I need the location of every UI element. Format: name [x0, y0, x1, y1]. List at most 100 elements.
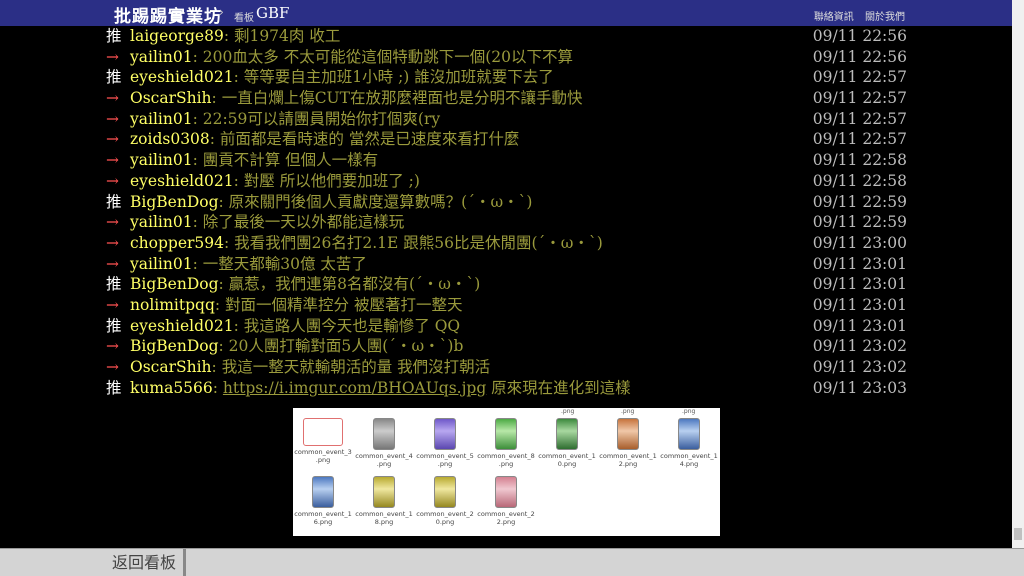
comment-user-id: yailin01 — [130, 213, 193, 232]
comment-timestamp: 09/11 22:59 — [812, 192, 907, 211]
comment-timestamp: 09/11 23:00 — [812, 233, 907, 252]
file-name: common_event_2 2.png — [477, 510, 535, 526]
comment-user-id: kuma5566 — [130, 378, 213, 397]
file-thumbnail-icon — [434, 476, 456, 508]
comment-user-id: BigBenDog — [130, 275, 219, 294]
comment-timestamp: 09/11 22:56 — [812, 27, 907, 45]
comment-user-id: yailin01 — [130, 254, 193, 273]
site-logo-link[interactable]: 批踢踢實業坊 — [114, 2, 222, 27]
comment-row: 推 BigBenDog: 原來關門後個人貢獻度還算數嗎？(´・ω・`) 09/11 … — [106, 192, 912, 213]
comment-timestamp: 09/11 23:02 — [812, 337, 907, 356]
comment-user-id: chopper594 — [130, 233, 225, 252]
comment-user-id: yailin01 — [130, 151, 193, 170]
file-item: common_event_1 4.png — [659, 418, 719, 468]
comment-user-id: BigBenDog — [130, 192, 219, 211]
push-tag: 推 — [106, 275, 122, 294]
comment-row: 推 laigeorge89: 剩1974肉 收工 09/11 22:56 — [106, 26, 912, 47]
comment-list: 推 laigeorge89: 剩1974肉 收工 09/11 22:56 → yaili… — [106, 26, 912, 398]
push-tag: 推 — [106, 192, 122, 211]
file-name: common_event_3 .png — [294, 448, 352, 464]
file-item: common_event_1 8.png — [354, 476, 414, 526]
comment-timestamp: 09/11 23:02 — [812, 358, 907, 376]
arrow-tag: → — [106, 130, 119, 149]
comment-timestamp: 09/11 22:58 — [812, 171, 907, 190]
file-thumbnail-icon — [303, 418, 343, 446]
file-name: common_event_1 4.png — [660, 452, 718, 468]
comment-row: → BigBenDog: 20人團打輸對面5人團(´・ω・`)b 09/11 23:… — [106, 336, 912, 357]
file-item: common_event_3 .png — [293, 418, 353, 464]
comment-user-id: eyeshield021 — [130, 316, 234, 335]
push-tag: 推 — [106, 378, 122, 397]
file-item: common_event_4 .png — [354, 418, 414, 468]
comment-text: : 我這路人團今天也是輸慘了 QQ — [233, 316, 461, 335]
file-name: common_event_1 8.png — [355, 510, 413, 526]
embedded-image[interactable]: .png .png .png common_event_3 .png common_ev… — [293, 408, 720, 536]
file-item: common_event_1 6.png — [293, 476, 353, 526]
comment-text: : 前面都是看時速的 當然是已速度來看打什麼 — [209, 130, 520, 149]
comment-user-id: yailin01 — [130, 47, 193, 66]
arrow-tag: → — [106, 151, 119, 170]
comment-row: → nolimitpqq: 對面一個精準控分 被壓著打一整天 09/11 23:01 — [106, 295, 912, 316]
file-thumbnail-icon — [373, 476, 395, 508]
arrow-tag: → — [106, 337, 119, 356]
back-to-board-button[interactable]: 返回看板 — [105, 549, 186, 576]
file-thumbnail-icon — [373, 418, 395, 450]
comment-row: → chopper594: 我看我們團26名打2.1E 跟熊56比是休閒團(´・ω… — [106, 233, 912, 254]
comment-timestamp: 09/11 23:01 — [812, 254, 907, 273]
comment-user-id: OscarShih — [130, 89, 212, 108]
arrow-tag: → — [106, 109, 119, 128]
comment-user-id: laigeorge89 — [130, 27, 224, 45]
comment-text: : 剩1974肉 收工 — [223, 27, 341, 45]
comment-row: → OscarShih: 一直白爛上傷CUT在放那麼裡面也是分明不讓手動快 09/1… — [106, 88, 912, 109]
comment-row: → eyeshield021: 對壓 所以他們要加班了 ;) 09/11 22:58 — [106, 171, 912, 192]
comment-row: → OscarShih: 我這一整天就輸朝活的量 我們沒打朝活 09/11 23:0… — [106, 357, 912, 378]
file-name: common_event_2 0.png — [416, 510, 474, 526]
comment-timestamp: 09/11 22:57 — [812, 68, 907, 87]
comment-timestamp: 09/11 23:01 — [812, 295, 907, 314]
comment-user-id: eyeshield021 — [130, 171, 234, 190]
file-name: common_event_1 2.png — [599, 452, 657, 468]
comment-row: → yailin01: 一整天都輸30億 太苦了 09/11 23:01 — [106, 254, 912, 275]
about-link[interactable]: 關於我們 — [865, 12, 905, 23]
arrow-tag: → — [106, 89, 119, 108]
board-name-link[interactable]: GBF — [256, 4, 289, 22]
comment-text: : 20人團打輸對面5人團(´・ω・`)b — [218, 337, 464, 356]
push-tag: 推 — [106, 316, 122, 335]
file-thumbnail-icon — [312, 476, 334, 508]
file-thumbnail-icon — [556, 418, 578, 450]
comment-text: : 對面一個精準控分 被壓著打一整天 — [214, 295, 463, 314]
filename-fragment: .png — [561, 408, 575, 415]
file-name: common_event_5 .png — [416, 452, 474, 468]
file-thumbnail-icon — [617, 418, 639, 450]
comment-text: : 贏惹，我們連第8名都沒有(´・ω・`) — [218, 275, 481, 294]
comment-text: : 一直白爛上傷CUT在放那麼裡面也是分明不讓手動快 — [211, 89, 583, 108]
arrow-tag: → — [106, 254, 119, 273]
arrow-tag: → — [106, 47, 119, 66]
comment-row: → yailin01: 22:59可以請團員開始你打個爽(ry 09/11 22:5… — [106, 109, 912, 130]
scrollbar[interactable] — [1012, 0, 1024, 548]
arrow-tag: → — [106, 233, 119, 252]
comment-row: 推 eyeshield021: 等等要自主加班1小時 ;) 誰沒加班就要下去了 09… — [106, 67, 912, 88]
comment-row: → yailin01: 團貢不計算 但個人一樣有 09/11 22:58 — [106, 150, 912, 171]
comment-user-id: eyeshield021 — [130, 68, 234, 87]
comment-row: → zoids0308: 前面都是看時速的 當然是已速度來看打什麼 09/11 22… — [106, 129, 912, 150]
comment-timestamp: 09/11 22:58 — [812, 151, 907, 170]
comment-timestamp: 09/11 23:01 — [812, 316, 907, 335]
arrow-tag: → — [106, 358, 119, 376]
comment-row: 推 eyeshield021: 我這路人團今天也是輸慘了 QQ 09/11 23:0… — [106, 316, 912, 337]
comment-user-id: OscarShih — [130, 358, 212, 376]
file-item: common_event_2 0.png — [415, 476, 475, 526]
comment-text: : 200血太多 不太可能從這個特動跳下一個(20以下不算 — [192, 47, 574, 66]
comment-timestamp: 09/11 22:57 — [812, 109, 907, 128]
breadcrumb-separator: › — [219, 5, 224, 19]
file-item: common_event_1 0.png — [537, 418, 597, 468]
scrollbar-thumb[interactable] — [1014, 528, 1022, 540]
contact-link[interactable]: 聯絡資訊 — [814, 12, 854, 23]
comment-link[interactable]: https://i.imgur.com/BHOAUqs.jpg — [223, 379, 486, 397]
file-thumbnail-icon — [434, 418, 456, 450]
comment-text-prefix: : — [212, 378, 223, 397]
comment-user-id: yailin01 — [130, 109, 193, 128]
header-links: 聯絡資訊 關於我們 — [806, 8, 905, 23]
file-item: common_event_8 .png — [476, 418, 536, 468]
bottom-bar: 返回看板 — [0, 548, 1024, 576]
